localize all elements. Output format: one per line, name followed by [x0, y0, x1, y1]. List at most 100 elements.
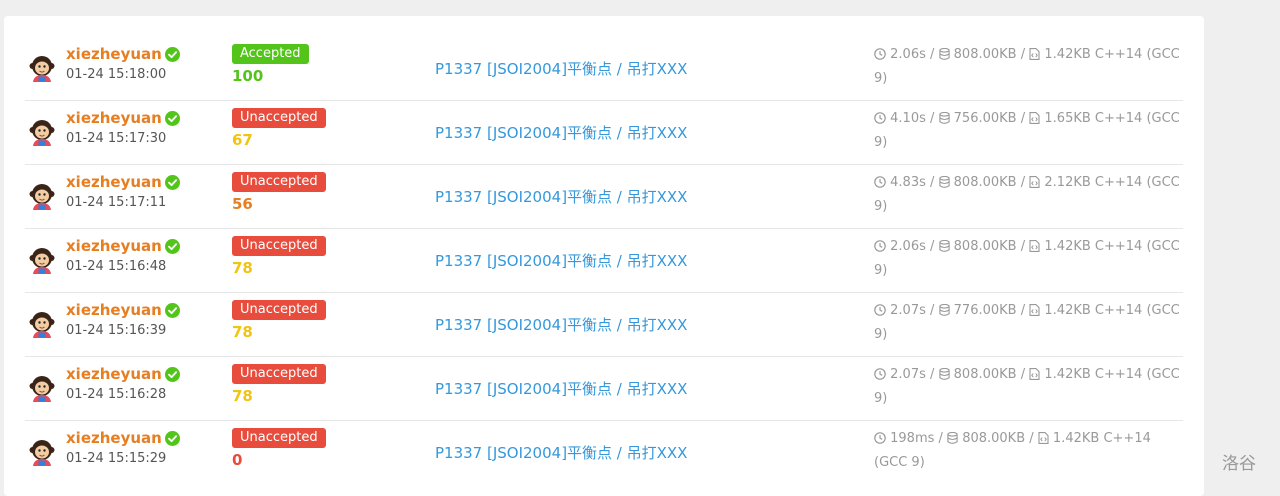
run-stats: 2.07s / 808.00KB / 1.42KB C++14 (GCC 9) [874, 366, 1180, 406]
status-badge[interactable]: Unaccepted [232, 108, 326, 128]
submission-row: xiezheyuan 01-24 15:18:00 Accepted 100 P1337… [25, 36, 1183, 101]
username-link[interactable]: xiezheyuan [66, 429, 180, 450]
database-icon [938, 46, 950, 68]
runtime: 2.06s [890, 239, 926, 254]
username[interactable]: xiezheyuan [66, 429, 162, 447]
code-size: 1.42KB [1044, 367, 1091, 382]
username-link[interactable]: xiezheyuan [66, 173, 180, 194]
database-icon [938, 174, 950, 196]
problem-link[interactable]: P1337 [JSOI2004]平衡点 / 吊打XXX [435, 378, 687, 399]
username-link[interactable]: xiezheyuan [66, 365, 180, 386]
avatar[interactable] [29, 374, 55, 402]
memory: 776.00KB [953, 303, 1017, 318]
submit-time: 01-24 15:16:48 [66, 259, 167, 274]
status-badge[interactable]: Unaccepted [232, 428, 326, 448]
clock-icon [874, 302, 886, 324]
verified-check-icon [164, 111, 180, 130]
code-size: 1.42KB [1044, 47, 1091, 62]
code-size: 2.12KB [1044, 175, 1091, 190]
username-link[interactable]: xiezheyuan [66, 301, 180, 322]
avatar[interactable] [29, 310, 55, 338]
database-icon [938, 238, 950, 260]
memory: 808.00KB [953, 367, 1017, 382]
runtime: 2.07s [890, 367, 926, 382]
runtime: 2.06s [890, 47, 926, 62]
clock-icon [874, 366, 886, 388]
submission-row: xiezheyuan 01-24 15:16:39 Unaccepted 78 P133… [25, 292, 1183, 357]
memory: 808.00KB [953, 239, 1017, 254]
database-icon [938, 110, 950, 132]
submit-time: 01-24 15:17:30 [66, 131, 167, 146]
verified-check-icon [164, 47, 180, 66]
status-badge[interactable]: Unaccepted [232, 364, 326, 384]
username-link[interactable]: xiezheyuan [66, 45, 180, 66]
clock-icon [874, 46, 886, 68]
username-link[interactable]: xiezheyuan [66, 109, 180, 130]
username[interactable]: xiezheyuan [66, 173, 162, 191]
score: 56 [232, 195, 253, 213]
database-icon [938, 366, 950, 388]
status-badge[interactable]: Unaccepted [232, 236, 326, 256]
verified-check-icon [164, 367, 180, 386]
submission-row: xiezheyuan 01-24 15:16:28 Unaccepted 78 P133… [25, 356, 1183, 421]
submission-row: xiezheyuan 01-24 15:17:11 Unaccepted 56 P133… [25, 164, 1183, 229]
username[interactable]: xiezheyuan [66, 45, 162, 63]
code-size: 1.42KB [1044, 303, 1091, 318]
site-watermark: 洛谷 [1222, 454, 1256, 474]
runtime: 4.10s [890, 111, 926, 126]
status-badge[interactable]: Unaccepted [232, 300, 326, 320]
submit-time: 01-24 15:17:11 [66, 195, 167, 210]
avatar[interactable] [29, 246, 55, 274]
run-stats: 198ms / 808.00KB / 1.42KB C++14 (GCC 9) [874, 430, 1151, 470]
status-badge[interactable]: Unaccepted [232, 172, 326, 192]
runtime: 2.07s [890, 303, 926, 318]
submit-time: 01-24 15:16:39 [66, 323, 167, 338]
problem-link[interactable]: P1337 [JSOI2004]平衡点 / 吊打XXX [435, 186, 687, 207]
submission-row: xiezheyuan 01-24 15:15:29 Unaccepted 0 P1337… [25, 420, 1183, 484]
file-code-icon [1029, 366, 1040, 388]
clock-icon [874, 430, 886, 452]
username[interactable]: xiezheyuan [66, 301, 162, 319]
database-icon [947, 430, 958, 452]
run-stats: 2.07s / 776.00KB / 1.42KB C++14 (GCC 9) [874, 302, 1180, 342]
username-link[interactable]: xiezheyuan [66, 237, 180, 258]
clock-icon [874, 174, 886, 196]
problem-link[interactable]: P1337 [JSOI2004]平衡点 / 吊打XXX [435, 250, 687, 271]
avatar[interactable] [29, 118, 55, 146]
file-code-icon [1029, 174, 1040, 196]
submit-time: 01-24 15:16:28 [66, 387, 167, 402]
submit-time: 01-24 15:15:29 [66, 451, 167, 466]
verified-check-icon [164, 303, 180, 322]
problem-link[interactable]: P1337 [JSOI2004]平衡点 / 吊打XXX [435, 58, 687, 79]
submission-row: xiezheyuan 01-24 15:17:30 Unaccepted 67 P133… [25, 100, 1183, 165]
verified-check-icon [164, 175, 180, 194]
file-code-icon [1029, 238, 1040, 260]
run-stats: 4.10s / 756.00KB / 1.65KB C++14 (GCC 9) [874, 110, 1180, 150]
score: 67 [232, 131, 253, 149]
file-code-icon [1038, 430, 1049, 452]
avatar[interactable] [29, 54, 55, 82]
username[interactable]: xiezheyuan [66, 109, 162, 127]
submission-list: xiezheyuan 01-24 15:18:00 Accepted 100 P1337… [4, 16, 1204, 496]
problem-link[interactable]: P1337 [JSOI2004]平衡点 / 吊打XXX [435, 122, 687, 143]
clock-icon [874, 110, 886, 132]
memory: 808.00KB [953, 47, 1017, 62]
run-stats: 2.06s / 808.00KB / 1.42KB C++14 (GCC 9) [874, 238, 1180, 278]
run-stats: 2.06s / 808.00KB / 1.42KB C++14 (GCC 9) [874, 46, 1180, 86]
score: 100 [232, 67, 264, 85]
problem-link[interactable]: P1337 [JSOI2004]平衡点 / 吊打XXX [435, 442, 687, 463]
score: 0 [232, 451, 243, 469]
runtime: 4.83s [890, 175, 926, 190]
username[interactable]: xiezheyuan [66, 365, 162, 383]
memory: 808.00KB [953, 175, 1017, 190]
file-code-icon [1029, 46, 1040, 68]
avatar[interactable] [29, 438, 55, 466]
submit-time: 01-24 15:18:00 [66, 67, 167, 82]
problem-link[interactable]: P1337 [JSOI2004]平衡点 / 吊打XXX [435, 314, 687, 335]
status-badge[interactable]: Accepted [232, 44, 309, 64]
username[interactable]: xiezheyuan [66, 237, 162, 255]
avatar[interactable] [29, 182, 55, 210]
verified-check-icon [164, 431, 180, 450]
run-stats: 4.83s / 808.00KB / 2.12KB C++14 (GCC 9) [874, 174, 1180, 214]
verified-check-icon [164, 239, 180, 258]
